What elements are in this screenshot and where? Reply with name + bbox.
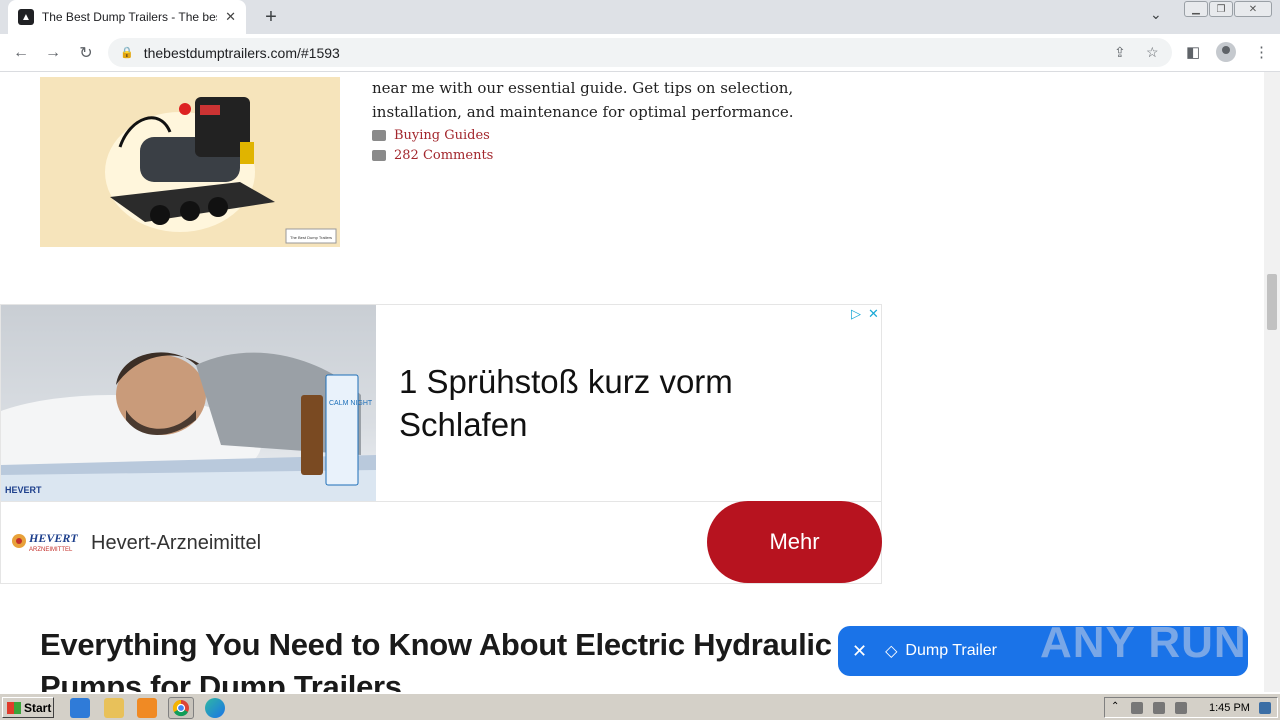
- tab-close-icon[interactable]: ✕: [225, 9, 236, 25]
- thumbnail-caption: The Best Dump Trailers: [290, 235, 332, 240]
- system-tray: ⌃ 1:45 PM: [1104, 697, 1278, 718]
- ad-cta-button[interactable]: Mehr: [707, 501, 882, 583]
- comments-icon: [372, 150, 386, 161]
- maximize-button[interactable]: ❐: [1209, 1, 1233, 17]
- edge-icon[interactable]: [205, 698, 225, 718]
- start-label: Start: [24, 700, 52, 715]
- close-window-button[interactable]: ✕: [1234, 1, 1272, 17]
- ie-icon[interactable]: [70, 698, 90, 718]
- windows-flag-icon: [7, 701, 21, 714]
- ad-image-logo: HEVERT: [5, 485, 42, 495]
- share-icon[interactable]: ⇪: [1114, 44, 1126, 61]
- tab-strip: ▲ The Best Dump Trailers - The best du ✕…: [0, 0, 1280, 34]
- browser-toolbar: ← → ↻ 🔒 thebestdumptrailers.com/#1593 ⇪ …: [0, 34, 1280, 72]
- browser-tab[interactable]: ▲ The Best Dump Trailers - The best du ✕: [8, 0, 246, 34]
- ad-headline[interactable]: 1 Sprühstoß kurz vorm Schlafen: [399, 360, 819, 446]
- tag-icon: ◇: [885, 643, 898, 660]
- minimize-button[interactable]: ▁: [1184, 1, 1208, 17]
- lock-icon: 🔒: [120, 47, 134, 59]
- show-desktop-icon[interactable]: [1259, 702, 1271, 714]
- article-title[interactable]: Everything You Need to Know About Electr…: [40, 624, 840, 692]
- chrome-taskbar-button[interactable]: [168, 697, 194, 719]
- page-content: The Best Dump Trailers near me with our …: [0, 72, 1264, 692]
- sleeping-man-illustration: CALM NIGHT HEVERT: [1, 352, 376, 501]
- scrollbar-thumb[interactable]: [1267, 274, 1277, 330]
- menu-kebab-icon[interactable]: ⋮: [1254, 43, 1269, 61]
- adchoices-icon[interactable]: ▷: [851, 306, 861, 322]
- network-icon[interactable]: [1153, 702, 1165, 714]
- comments-link[interactable]: 282 Comments: [394, 148, 493, 163]
- tab-title: The Best Dump Trailers - The best du: [41, 10, 217, 24]
- category-link[interactable]: Buying Guides: [394, 128, 490, 143]
- explorer-folder-icon[interactable]: [104, 698, 124, 718]
- profile-avatar-icon[interactable]: [1216, 42, 1236, 62]
- tray-expand-icon[interactable]: ⌃: [1111, 701, 1123, 713]
- tag-bar-label[interactable]: Dump Trailer: [905, 642, 997, 660]
- media-player-icon[interactable]: [137, 698, 157, 718]
- tag-bar-close-icon[interactable]: ✕: [852, 641, 867, 662]
- advertisement[interactable]: CALM NIGHT HEVERT 1 Sprühstoß kurz vorm …: [0, 304, 882, 584]
- volume-icon[interactable]: [1131, 702, 1143, 714]
- back-arrow-icon[interactable]: ←: [10, 42, 32, 64]
- product-label: CALM NIGHT: [329, 400, 373, 407]
- page-scrollbar[interactable]: [1264, 72, 1280, 692]
- ad-brand-name[interactable]: Hevert-Arzneimittel: [91, 532, 261, 555]
- ad-close-icon[interactable]: ✕: [868, 306, 879, 322]
- side-panel-icon[interactable]: ◧: [1186, 43, 1200, 61]
- brand-logo-subtext: ARZNEIMITTEL: [29, 547, 73, 553]
- site-favicon-icon: ▲: [18, 9, 34, 25]
- forward-arrow-icon[interactable]: →: [42, 42, 64, 64]
- new-tab-button[interactable]: +: [258, 4, 284, 30]
- brand-logo: HEVERT ARZNEIMITTEL: [11, 529, 83, 555]
- taskbar: Start ⌃ 1:45 PM: [0, 693, 1280, 720]
- start-button[interactable]: Start: [2, 697, 54, 718]
- post-category: Buying Guides: [372, 128, 490, 143]
- tab-search-chevron-icon[interactable]: ⌄: [1150, 6, 1162, 23]
- address-bar[interactable]: 🔒 thebestdumptrailers.com/#1593 ⇪ ☆: [108, 38, 1172, 67]
- ad-image[interactable]: CALM NIGHT HEVERT: [1, 305, 376, 501]
- reload-icon[interactable]: ↻: [75, 42, 97, 64]
- post-thumbnail[interactable]: The Best Dump Trailers: [40, 77, 340, 247]
- hydraulic-pump-illustration: The Best Dump Trailers: [105, 97, 337, 244]
- taskbar-clock[interactable]: 1:45 PM: [1209, 702, 1250, 714]
- bookmark-star-icon[interactable]: ☆: [1146, 44, 1159, 61]
- post-excerpt: near me with our essential guide. Get ti…: [372, 79, 794, 121]
- action-center-flag-icon[interactable]: [1175, 702, 1187, 714]
- post-comments: 282 Comments: [372, 148, 493, 163]
- anyrun-watermark: ANY RUN: [1040, 618, 1247, 667]
- folder-icon: [372, 130, 386, 141]
- chrome-icon: [172, 699, 189, 717]
- brand-logo-text: HEVERT: [28, 531, 78, 545]
- url-text: thebestdumptrailers.com/#1593: [143, 44, 340, 61]
